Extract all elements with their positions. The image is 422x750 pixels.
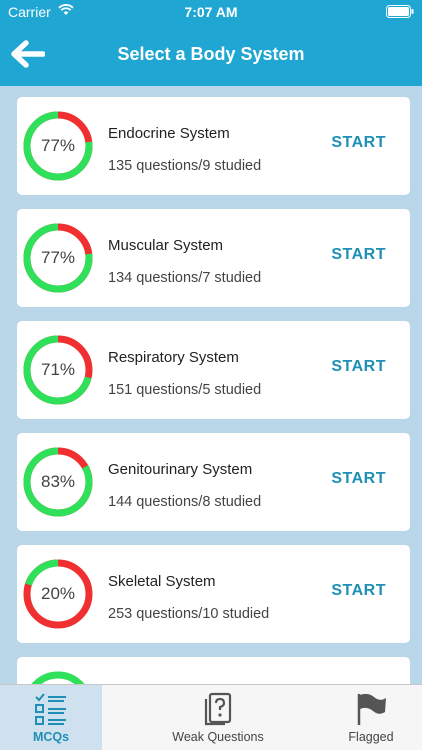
page-title: Select a Body System <box>117 44 305 64</box>
progress-ring-partial <box>31 671 85 684</box>
system-stats: 134 questions/7 studied <box>108 270 262 286</box>
tab-label: Flagged <box>348 730 394 744</box>
list-item[interactable]: 77% Endocrine System 135 questions/9 stu… <box>17 97 410 195</box>
list-item[interactable]: 83% Genitourinary System 144 questions/8… <box>17 433 410 531</box>
progress-percent: 83% <box>40 472 76 491</box>
list-item[interactable] <box>17 657 410 684</box>
progress-percent: 20% <box>40 584 76 603</box>
start-button[interactable]: START <box>331 470 386 488</box>
battery-icon <box>386 5 414 18</box>
question-document-icon <box>204 692 232 726</box>
flag-icon <box>357 693 386 725</box>
checklist-icon <box>35 693 66 725</box>
system-name: Respiratory System <box>108 349 239 366</box>
system-stats: 144 questions/8 studied <box>108 494 262 510</box>
system-name: Endocrine System <box>108 125 230 142</box>
status-bar: Carrier 7:07 AM <box>0 0 422 24</box>
system-name: Skeletal System <box>108 573 216 590</box>
start-button[interactable]: START <box>331 582 386 600</box>
progress-percent: 77% <box>40 136 76 155</box>
tab-weak-questions[interactable]: Weak Questions <box>140 685 296 750</box>
system-stats: 135 questions/9 studied <box>108 158 262 174</box>
progress-percent: 71% <box>40 360 76 379</box>
system-name: Genitourinary System <box>108 461 253 478</box>
tab-mcqs[interactable]: MCQs <box>0 685 102 750</box>
progress-percent: 77% <box>40 248 76 267</box>
list-item[interactable]: 71% Respiratory System 151 questions/5 s… <box>17 321 410 419</box>
tab-label: MCQs <box>32 730 70 744</box>
tab-flagged[interactable]: Flagged <box>320 685 422 750</box>
start-button[interactable]: START <box>331 246 386 264</box>
system-list[interactable]: 77% Endocrine System 135 questions/9 stu… <box>0 86 422 684</box>
list-item[interactable]: 77% Muscular System 134 questions/7 stud… <box>17 209 410 307</box>
tab-label: Weak Questions <box>172 730 264 744</box>
system-stats: 253 questions/10 studied <box>108 606 270 622</box>
header: Carrier 7:07 AM Select a Body System <box>0 0 422 86</box>
nav-bar: Select a Body System <box>0 24 422 86</box>
list-item[interactable]: 20% Skeletal System 253 questions/10 stu… <box>17 545 410 643</box>
system-name: Muscular System <box>108 237 224 254</box>
start-button[interactable]: START <box>331 358 386 376</box>
status-time: 7:07 AM <box>184 4 238 20</box>
tab-bar: MCQs Weak Questions Flagged <box>0 684 422 750</box>
system-stats: 151 questions/5 studied <box>108 382 262 398</box>
start-button[interactable]: START <box>331 134 386 152</box>
